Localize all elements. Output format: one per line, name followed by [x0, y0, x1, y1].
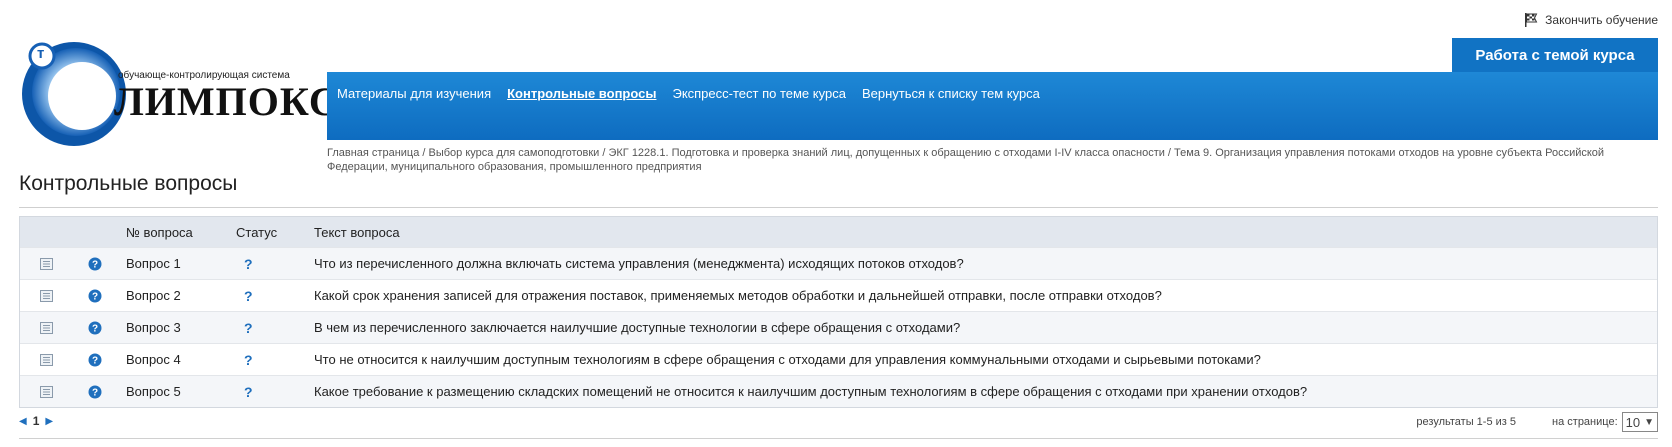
table-row[interactable]: ? Вопрос 4? Что не относится к наилучшим д… — [20, 343, 1657, 375]
help-circle-icon[interactable]: ? — [88, 353, 102, 367]
nav-materials[interactable]: Материалы для изучения — [337, 86, 491, 101]
per-page-label: на странице: — [1552, 416, 1618, 428]
checkered-flag-icon — [1525, 13, 1538, 27]
question-number[interactable]: Вопрос 1 — [118, 256, 236, 271]
status-icon: ? — [244, 319, 253, 336]
status-icon: ? — [244, 383, 253, 400]
logo-name: ЛИМПОКС — [114, 79, 339, 124]
per-page-control: на странице: 10 ▼ — [1552, 412, 1658, 432]
question-number[interactable]: Вопрос 4 — [118, 352, 236, 367]
next-page-icon[interactable]: ▶ — [45, 416, 53, 427]
title-divider — [19, 207, 1658, 208]
nav-control-questions[interactable]: Контрольные вопросы — [507, 86, 656, 101]
header-status: Статус — [236, 224, 278, 240]
page-title: Контрольные вопросы — [19, 172, 238, 195]
svg-text:?: ? — [92, 323, 98, 334]
list-details-icon[interactable] — [39, 289, 53, 302]
breadcrumb[interactable]: Главная страница / Выбор курса для самоп… — [327, 146, 1642, 174]
question-number[interactable]: Вопрос 2 — [118, 288, 236, 303]
svg-text:?: ? — [92, 355, 98, 366]
results-count: результаты 1-5 из 5 — [1416, 416, 1516, 428]
question-text[interactable]: Какое требование к размещению складских … — [314, 384, 1657, 399]
nav-back-to-topics[interactable]: Вернуться к списку тем курса — [862, 86, 1040, 101]
main-navbar: Материалы для изучения Контрольные вопро… — [327, 72, 1658, 140]
table-row[interactable]: ? Вопрос 5? Какое требование к размещению … — [20, 375, 1657, 407]
pagination: ◀ 1 ▶ результаты 1-5 из 5 на странице: 1… — [19, 408, 1658, 432]
questions-table: № вопроса Статус Текст вопроса ? Вопрос 1… — [19, 216, 1658, 408]
help-circle-icon[interactable]: ? — [88, 385, 102, 399]
nav-express-test[interactable]: Экспресс-тест по теме курса — [672, 86, 845, 101]
logo: т обучающе-контролирующая система ЛИМПОК… — [16, 38, 338, 148]
table-row[interactable]: ? Вопрос 1? Что из перечисленного должна в… — [20, 247, 1657, 279]
current-page[interactable]: 1 — [33, 414, 40, 428]
table-header: № вопроса Статус Текст вопроса — [20, 217, 1657, 247]
svg-text:?: ? — [92, 291, 98, 302]
status-icon: ? — [244, 287, 253, 304]
per-page-select[interactable]: 10 ▼ — [1621, 412, 1658, 432]
table-row[interactable]: ? Вопрос 3? В чем из перечисленного заключ… — [20, 311, 1657, 343]
table-row[interactable]: ? Вопрос 2? Какой срок хранения записей дл… — [20, 279, 1657, 311]
question-number[interactable]: Вопрос 5 — [118, 384, 236, 399]
help-circle-icon[interactable]: ? — [88, 321, 102, 335]
help-circle-icon[interactable]: ? — [88, 289, 102, 303]
question-text[interactable]: Что из перечисленного должна включать си… — [314, 256, 1657, 271]
question-text[interactable]: В чем из перечисленного заключается наил… — [314, 320, 1657, 335]
status-icon: ? — [244, 351, 253, 368]
course-work-tab[interactable]: Работа с темой курса — [1452, 38, 1658, 72]
prev-page-icon[interactable]: ◀ — [19, 416, 27, 427]
per-page-value: 10 — [1625, 414, 1641, 430]
list-details-icon[interactable] — [39, 353, 53, 366]
question-text[interactable]: Какой срок хранения записей для отражени… — [314, 288, 1657, 303]
chevron-down-icon: ▼ — [1644, 416, 1654, 428]
question-text[interactable]: Что не относится к наилучшим доступным т… — [314, 352, 1657, 367]
status-icon: ? — [244, 255, 253, 272]
help-circle-icon[interactable]: ? — [88, 257, 102, 271]
finish-training-link[interactable]: Закончить обучение — [1523, 12, 1658, 28]
list-details-icon[interactable] — [39, 321, 53, 334]
finish-training-label: Закончить обучение — [1545, 13, 1658, 27]
bottom-divider — [19, 438, 1658, 439]
svg-text:?: ? — [92, 259, 98, 270]
header-question-number: № вопроса — [126, 224, 193, 240]
list-details-icon[interactable] — [39, 257, 53, 270]
question-number[interactable]: Вопрос 3 — [118, 320, 236, 335]
svg-text:?: ? — [92, 387, 98, 398]
header-question-text: Текст вопроса — [314, 224, 400, 240]
list-details-icon[interactable] — [39, 385, 53, 398]
logo-badge-letter: т — [37, 45, 45, 62]
